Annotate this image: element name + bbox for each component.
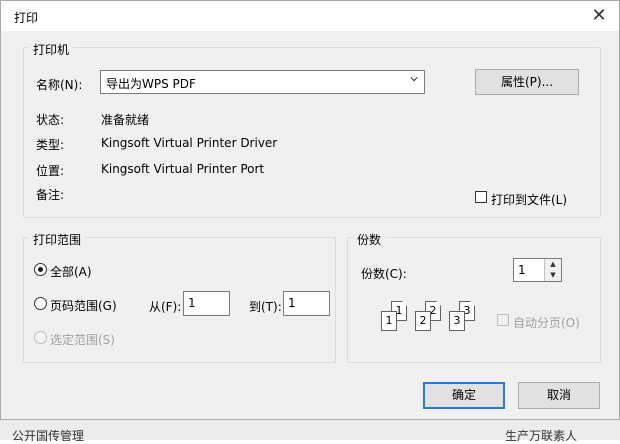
copies-spinner[interactable]: ▲ ▼: [544, 259, 561, 281]
dialog-title: 打印: [14, 11, 39, 25]
print-to-file-label[interactable]: 打印到文件(L): [491, 191, 567, 208]
collate-label[interactable]: 自动分页(O): [513, 314, 580, 331]
copies-count-input[interactable]: 1 ▲ ▼: [513, 258, 562, 282]
copies-group: [347, 237, 601, 363]
location-value: Kingsoft Virtual Printer Port: [101, 162, 265, 176]
close-button[interactable]: ✕: [584, 2, 614, 30]
chevron-down-icon: [410, 77, 418, 82]
print-to-file-checkbox[interactable]: [475, 191, 487, 203]
type-label: 类型:: [36, 138, 65, 152]
background-app-bottom-right-text: 生产万联素人: [505, 429, 578, 443]
range-selection-label[interactable]: 选定范围(S): [50, 331, 115, 348]
properties-button[interactable]: 属性(P)...: [475, 69, 579, 95]
range-pages-label[interactable]: 页码范围(G): [50, 297, 117, 314]
copies-count-value: 1: [518, 263, 526, 277]
ok-button[interactable]: 确定: [423, 382, 505, 409]
printer-name-value: 导出为WPS PDF: [106, 77, 196, 91]
background-app-bottom-strip: 公开国传管理 生产万联素人: [0, 418, 620, 443]
range-all-label[interactable]: 全部(A): [50, 263, 92, 280]
collate-page-front-1: 1: [381, 311, 397, 331]
cancel-button[interactable]: 取消: [518, 382, 600, 409]
collate-illustration: 1 1 2 2 3 3: [379, 301, 489, 335]
background-app-bottom-left-text: 公开国传管理: [12, 429, 85, 443]
close-icon: ✕: [591, 5, 607, 26]
location-label: 位置:: [36, 164, 65, 178]
spin-down-icon[interactable]: ▼: [545, 270, 561, 281]
title-bar: 打印 ✕: [1, 1, 619, 31]
printer-name-label: 名称(N):: [36, 78, 83, 92]
range-to-label: 到(T):: [249, 300, 282, 314]
range-from-label: 从(F):: [149, 300, 182, 314]
range-to-input[interactable]: 1: [283, 291, 330, 316]
range-pages-radio[interactable]: [34, 297, 47, 310]
collate-page-front-3: 3: [449, 311, 465, 331]
status-value: 准备就绪: [101, 113, 150, 127]
print-range-group-label: 打印范围: [29, 231, 86, 248]
range-all-radio[interactable]: [34, 263, 47, 276]
type-value: Kingsoft Virtual Printer Driver: [101, 136, 278, 150]
copies-count-label: 份数(C):: [361, 267, 407, 281]
collate-checkbox[interactable]: [497, 314, 509, 326]
status-label: 状态:: [36, 113, 65, 127]
range-from-input[interactable]: 1: [183, 291, 230, 316]
copies-group-label: 份数: [353, 231, 386, 248]
comment-label: 备注:: [36, 188, 65, 202]
range-selection-radio[interactable]: [34, 331, 47, 344]
printer-group-label: 打印机: [29, 41, 74, 58]
print-dialog: 打印 ✕ 打印机 名称(N): 导出为WPS PDF 属性(P)... 状态: …: [0, 0, 620, 420]
printer-name-select[interactable]: 导出为WPS PDF: [100, 70, 425, 94]
spin-up-icon[interactable]: ▲: [545, 259, 561, 270]
collate-page-front-2: 2: [415, 311, 431, 331]
